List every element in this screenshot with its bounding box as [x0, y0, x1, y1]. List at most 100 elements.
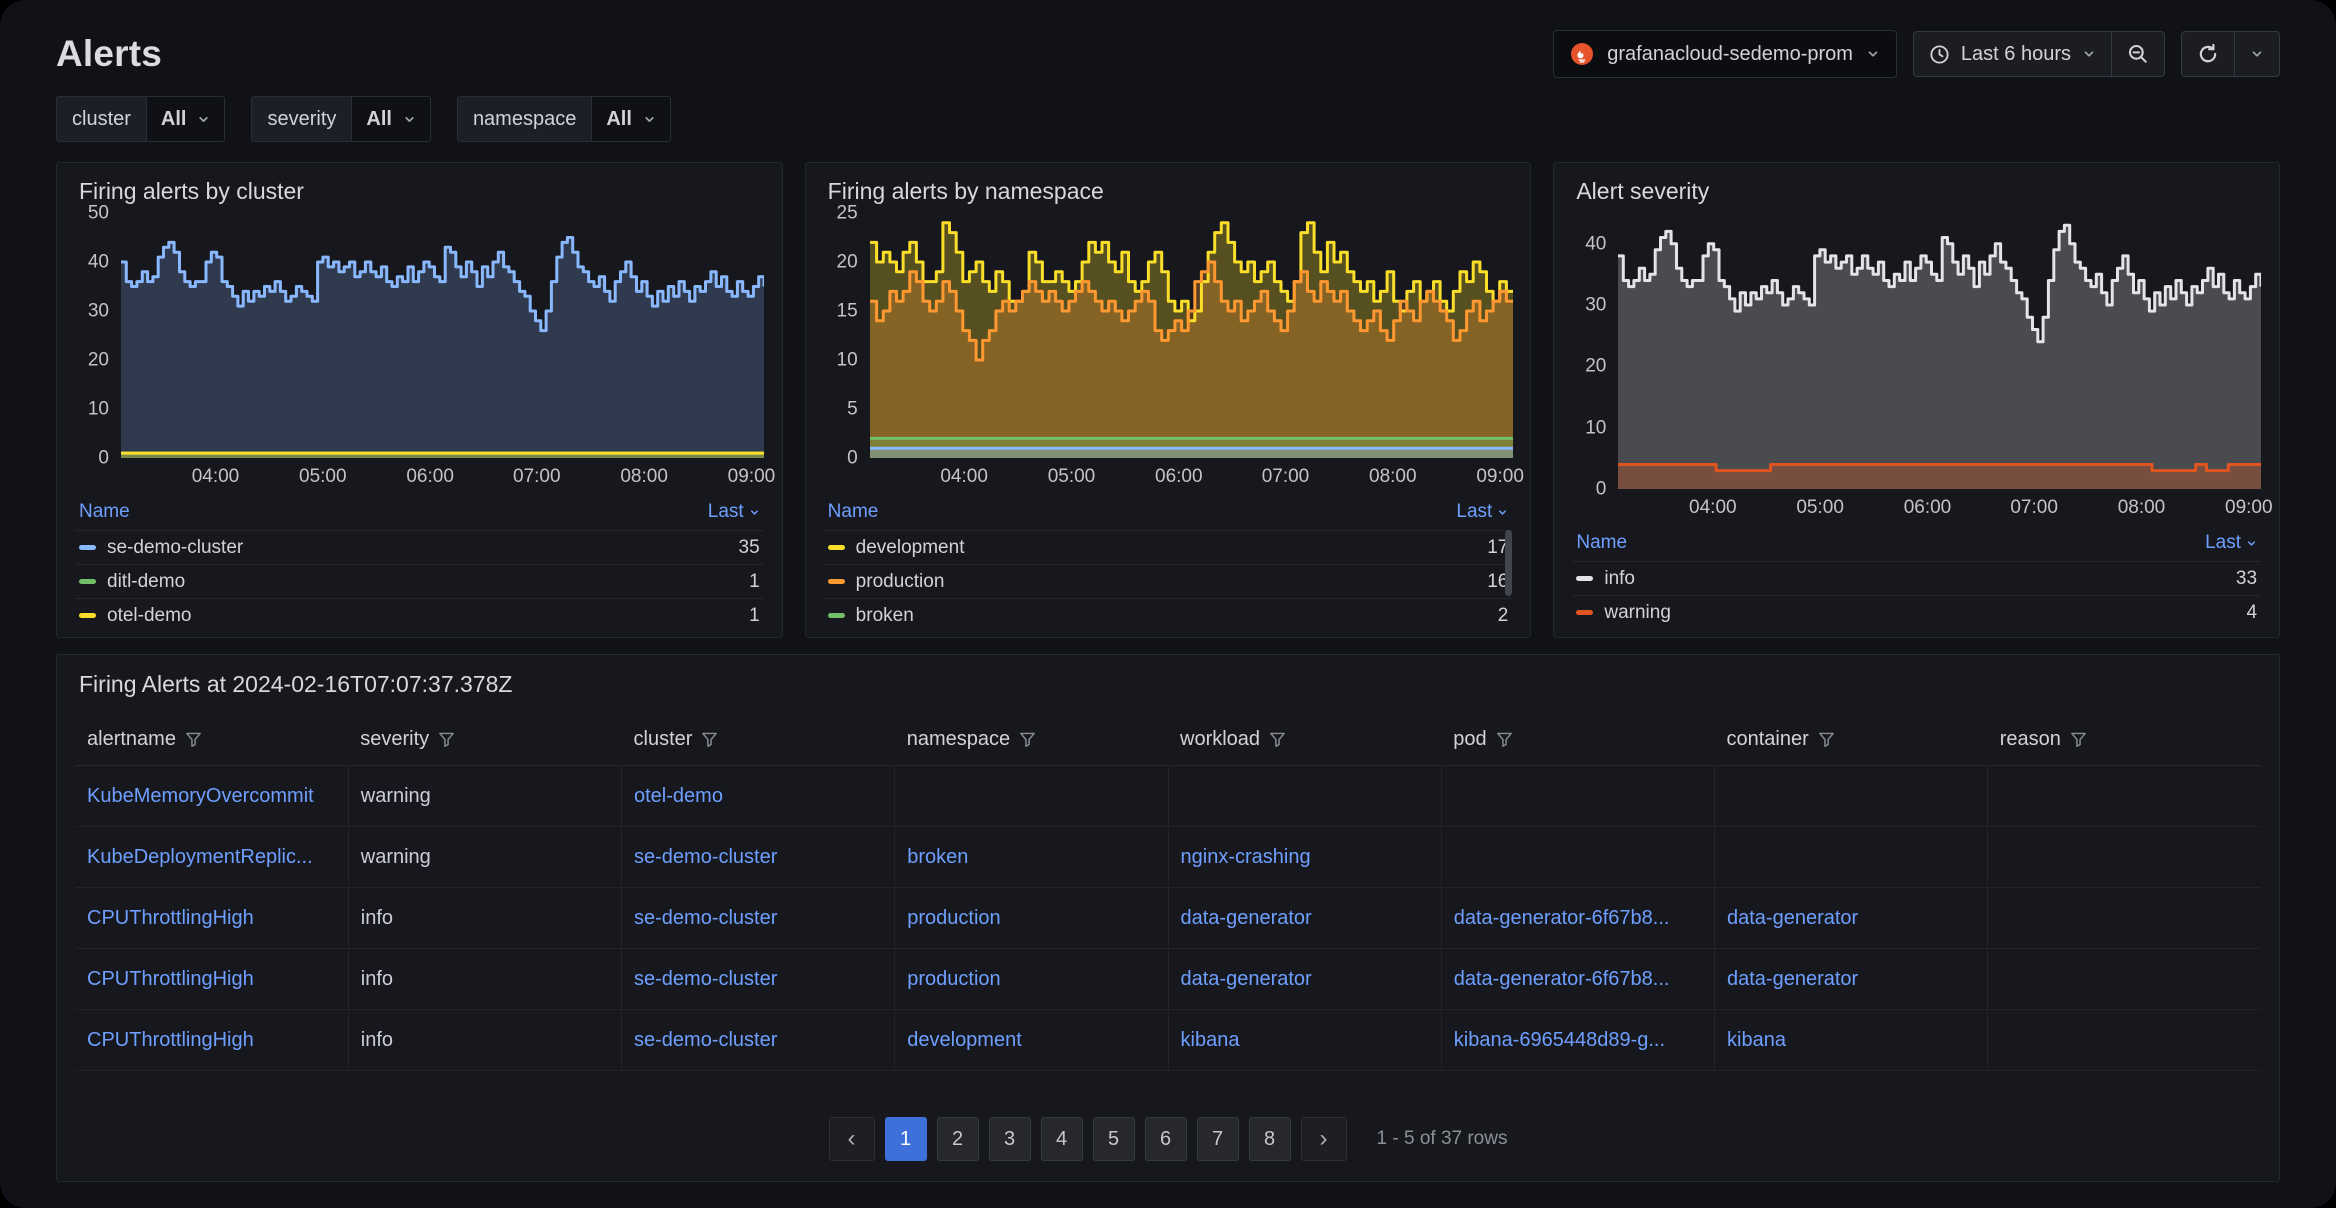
filter-label: namespace: [458, 97, 591, 141]
zoom-out-button[interactable]: [2111, 32, 2164, 76]
filter-value-dropdown[interactable]: All: [146, 97, 225, 141]
cell-cluster[interactable]: otel-demo: [622, 766, 895, 827]
cell-container[interactable]: data-generator: [1715, 888, 1988, 949]
cell-alertname[interactable]: KubeMemoryOvercommit: [75, 766, 348, 827]
cell-container[interactable]: data-generator: [1715, 949, 1988, 1010]
legend-series-name[interactable]: info: [1604, 568, 2225, 590]
column-header-inner: pod: [1453, 728, 1702, 751]
column-header-alertname[interactable]: alertname: [75, 714, 348, 766]
filter-value-dropdown[interactable]: All: [591, 97, 670, 141]
chart-plot-area[interactable]: [1618, 213, 2261, 489]
filter-funnel-icon[interactable]: [438, 731, 455, 748]
chart-plot-area[interactable]: [121, 213, 764, 458]
chevron-down-icon: [749, 507, 760, 518]
cell-alertname[interactable]: CPUThrottlingHigh: [75, 888, 348, 949]
next-page-button[interactable]: ›: [1301, 1117, 1347, 1161]
filter-severity[interactable]: severityAll: [251, 96, 430, 142]
page-button-7[interactable]: 7: [1197, 1117, 1239, 1161]
cell-workload[interactable]: nginx-crashing: [1168, 827, 1441, 888]
cell-namespace[interactable]: development: [895, 1010, 1168, 1071]
legend-series-name[interactable]: otel-demo: [107, 605, 738, 627]
legend-scrollbar[interactable]: [1505, 530, 1512, 596]
legend-name-header[interactable]: Name: [79, 501, 130, 523]
legend-series-name[interactable]: production: [856, 571, 1477, 593]
legend-last-sort[interactable]: Last: [2205, 532, 2257, 554]
filter-cluster[interactable]: clusterAll: [56, 96, 225, 142]
y-axis-tick: 0: [1596, 480, 1607, 499]
panel-title[interactable]: Firing alerts by namespace: [828, 178, 1513, 205]
legend-header: Name Last: [1572, 525, 2261, 561]
cell-alertname[interactable]: CPUThrottlingHigh: [75, 949, 348, 1010]
legend-series-name[interactable]: warning: [1604, 602, 2235, 624]
series-color-swatch: [79, 613, 96, 618]
legend-last-sort[interactable]: Last: [1456, 501, 1508, 523]
cell-severity: info: [348, 949, 621, 1010]
page-button-5[interactable]: 5: [1093, 1117, 1135, 1161]
cell-namespace[interactable]: production: [895, 888, 1168, 949]
page-button-3[interactable]: 3: [989, 1117, 1031, 1161]
page-button-6[interactable]: 6: [1145, 1117, 1187, 1161]
filter-funnel-icon[interactable]: [1269, 731, 1286, 748]
filter-funnel-icon[interactable]: [2070, 731, 2087, 748]
legend-item: development17: [824, 530, 1513, 564]
cell-cluster[interactable]: se-demo-cluster: [622, 888, 895, 949]
legend-last-sort[interactable]: Last: [708, 501, 760, 523]
time-series-svg: [870, 213, 1513, 458]
panel-title[interactable]: Firing alerts by cluster: [79, 178, 764, 205]
column-header-inner: container: [1727, 728, 1976, 751]
cell-alertname[interactable]: CPUThrottlingHigh: [75, 1010, 348, 1071]
cell-cluster[interactable]: se-demo-cluster: [622, 1010, 895, 1071]
cell-pod[interactable]: data-generator-6f67b8...: [1441, 949, 1714, 1010]
cell-cluster[interactable]: se-demo-cluster: [622, 827, 895, 888]
page-title: Alerts: [56, 33, 162, 75]
cell-workload[interactable]: data-generator: [1168, 949, 1441, 1010]
cell-workload[interactable]: kibana: [1168, 1010, 1441, 1071]
legend-series-name[interactable]: development: [856, 537, 1477, 559]
column-header-workload[interactable]: workload: [1168, 714, 1441, 766]
panel-title[interactable]: Alert severity: [1576, 178, 2261, 205]
page-button-2[interactable]: 2: [937, 1117, 979, 1161]
legend-name-header[interactable]: Name: [828, 501, 879, 523]
legend-last-value: 1: [749, 605, 760, 627]
legend-series-name[interactable]: ditl-demo: [107, 571, 738, 593]
column-header-cluster[interactable]: cluster: [622, 714, 895, 766]
page-button-4[interactable]: 4: [1041, 1117, 1083, 1161]
panels-row: Firing alerts by cluster0102030405004:00…: [0, 142, 2336, 638]
cell-workload[interactable]: data-generator: [1168, 888, 1441, 949]
y-axis-tick: 30: [1585, 296, 1606, 315]
cell-namespace[interactable]: production: [895, 949, 1168, 1010]
cell-alertname[interactable]: KubeDeploymentReplic...: [75, 827, 348, 888]
legend-series-name[interactable]: se-demo-cluster: [107, 537, 728, 559]
filter-namespace[interactable]: namespaceAll: [457, 96, 671, 142]
prev-page-button[interactable]: ‹: [829, 1117, 875, 1161]
cell-pod[interactable]: data-generator-6f67b8...: [1441, 888, 1714, 949]
series-fill-info: [1618, 225, 2261, 489]
legend-series-name[interactable]: broken: [856, 605, 1487, 627]
cell-cluster[interactable]: se-demo-cluster: [622, 949, 895, 1010]
time-range-button[interactable]: Last 6 hours: [1914, 32, 2111, 76]
refresh-button[interactable]: [2182, 32, 2234, 76]
cell-pod[interactable]: kibana-6965448d89-g...: [1441, 1010, 1714, 1071]
datasource-picker[interactable]: grafanacloud-sedemo-prom: [1553, 30, 1897, 78]
column-header-severity[interactable]: severity: [348, 714, 621, 766]
cell-severity: info: [348, 888, 621, 949]
page-button-8[interactable]: 8: [1249, 1117, 1291, 1161]
cell-severity: warning: [348, 766, 621, 827]
filter-funnel-icon[interactable]: [1019, 731, 1036, 748]
column-header-pod[interactable]: pod: [1441, 714, 1714, 766]
column-header-container[interactable]: container: [1715, 714, 1988, 766]
column-header-reason[interactable]: reason: [1988, 714, 2261, 766]
page-button-1[interactable]: 1: [885, 1117, 927, 1161]
column-header-namespace[interactable]: namespace: [895, 714, 1168, 766]
filter-value-dropdown[interactable]: All: [351, 97, 430, 141]
filter-funnel-icon[interactable]: [1496, 731, 1513, 748]
cell-container[interactable]: kibana: [1715, 1010, 1988, 1071]
legend-last-value: 35: [739, 537, 760, 559]
chart-plot-area[interactable]: [870, 213, 1513, 458]
legend-name-header[interactable]: Name: [1576, 532, 1627, 554]
filter-funnel-icon[interactable]: [1818, 731, 1835, 748]
filter-funnel-icon[interactable]: [701, 731, 718, 748]
cell-namespace[interactable]: broken: [895, 827, 1168, 888]
filter-funnel-icon[interactable]: [185, 731, 202, 748]
refresh-interval-dropdown[interactable]: [2234, 32, 2279, 76]
